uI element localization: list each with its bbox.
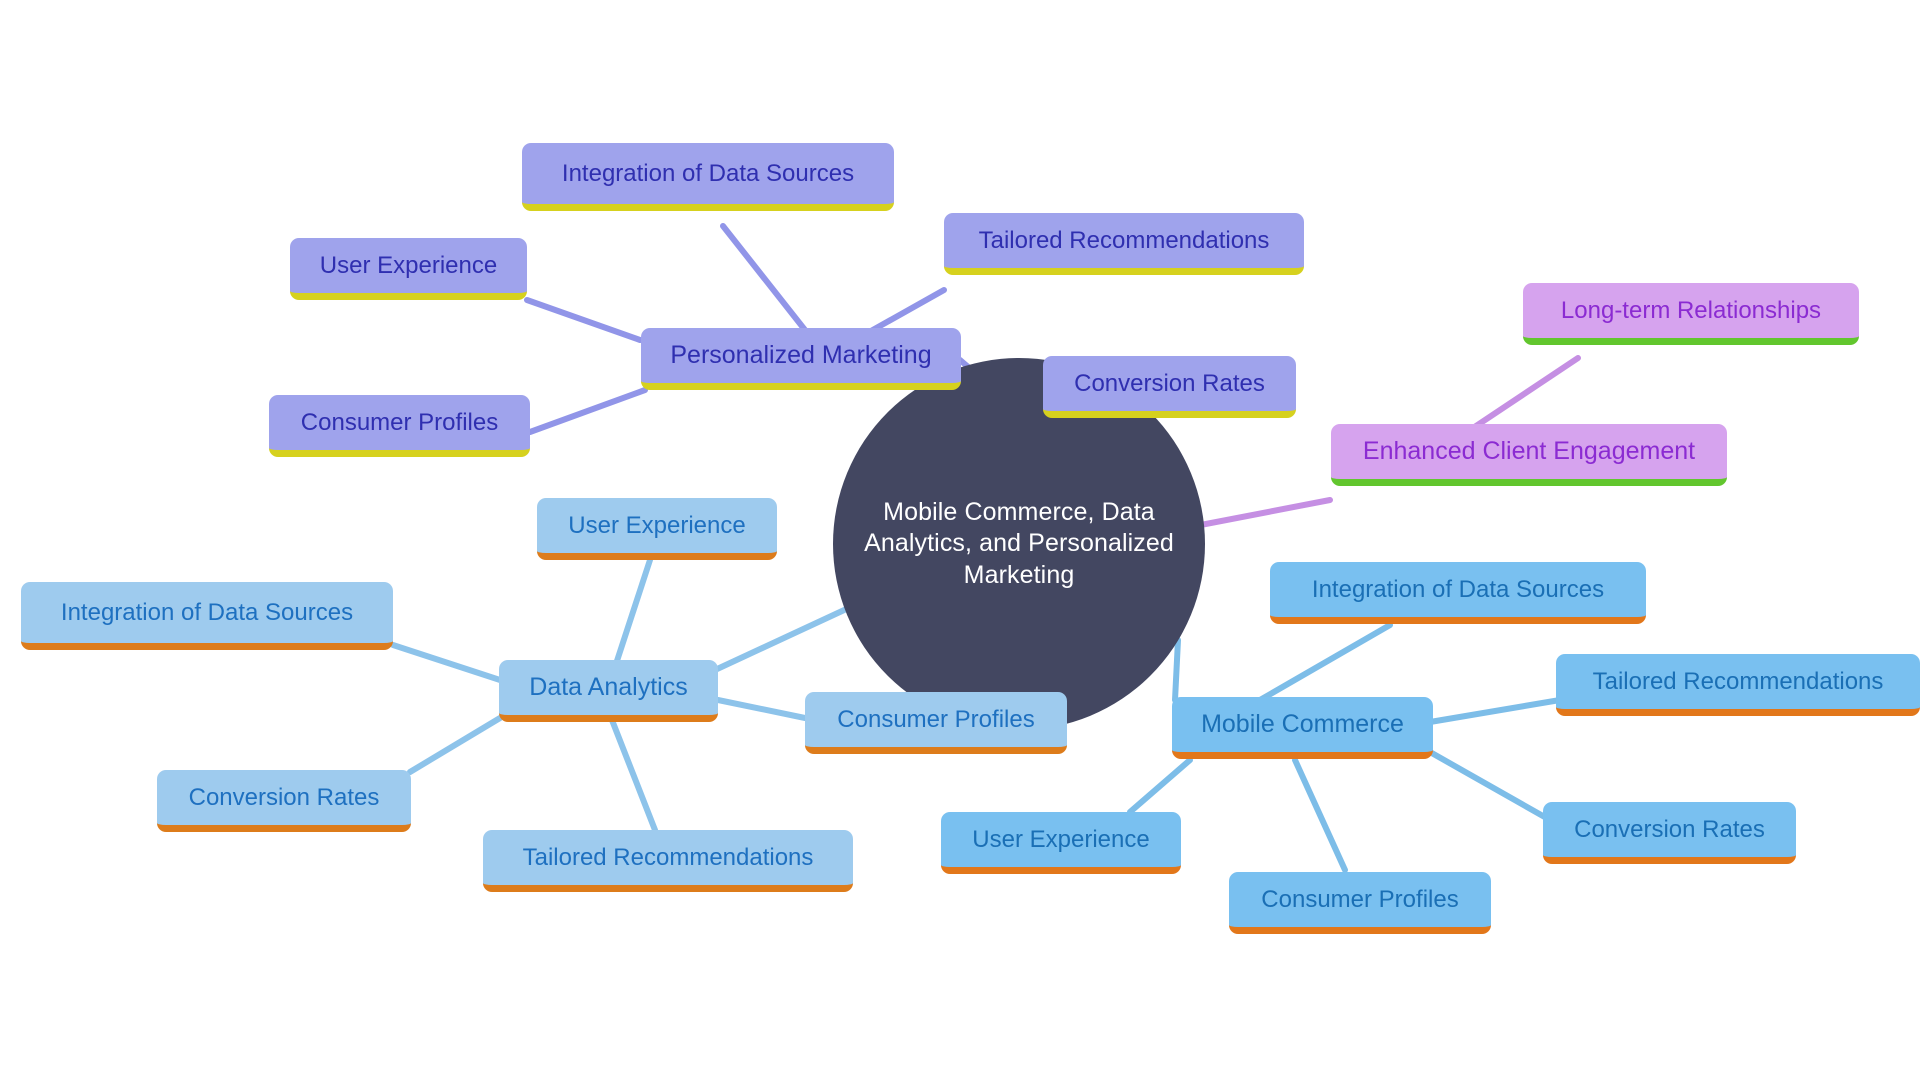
node-label: User Experience bbox=[319, 251, 498, 279]
node-da-user-experience[interactable]: User Experience bbox=[537, 498, 777, 560]
edge-pm-user-experience bbox=[524, 297, 643, 343]
mindmap-canvas: Mobile Commerce, Data Analytics, and Per… bbox=[0, 0, 1920, 1080]
node-pm-integration-of-data-sources[interactable]: Integration of Data Sources bbox=[522, 143, 894, 211]
node-label: User Experience bbox=[568, 511, 746, 539]
node-label: Conversion Rates bbox=[1074, 369, 1265, 397]
node-da-tailored-recommendations[interactable]: Tailored Recommendations bbox=[483, 830, 853, 892]
edge-pm-consumer-profiles bbox=[527, 387, 648, 435]
node-pm-conversion-rates[interactable]: Conversion Rates bbox=[1043, 356, 1296, 418]
edge-da-integration bbox=[390, 642, 503, 683]
edge-da-tailored bbox=[607, 712, 658, 833]
node-da-conversion-rates[interactable]: Conversion Rates bbox=[157, 770, 411, 832]
node-da-integration-of-data-sources[interactable]: Integration of Data Sources bbox=[21, 582, 393, 650]
node-data-analytics-hub[interactable]: Data Analytics bbox=[499, 660, 718, 722]
edge-mc-consumer-profiles bbox=[1292, 757, 1348, 873]
node-label: Consumer Profiles bbox=[837, 705, 1035, 733]
node-label: Integration of Data Sources bbox=[60, 598, 354, 626]
edge-mc-user-experience bbox=[1127, 757, 1193, 815]
edge-ece-hub-to-central bbox=[1182, 497, 1333, 531]
node-enhanced-client-engagement-hub[interactable]: Enhanced Client Engagement bbox=[1331, 424, 1727, 486]
node-mc-tailored-recommendations[interactable]: Tailored Recommendations bbox=[1556, 654, 1920, 716]
node-label: Personalized Marketing bbox=[670, 341, 932, 370]
node-mobile-commerce-hub[interactable]: Mobile Commerce bbox=[1172, 697, 1433, 759]
node-label: Consumer Profiles bbox=[300, 408, 499, 436]
node-label: Enhanced Client Engagement bbox=[1362, 437, 1696, 466]
node-label: User Experience bbox=[972, 825, 1150, 853]
edge-da-user-experience bbox=[611, 557, 653, 673]
node-personalized-marketing-hub[interactable]: Personalized Marketing bbox=[641, 328, 961, 390]
node-mc-user-experience[interactable]: User Experience bbox=[941, 812, 1181, 874]
node-label: Long-term Relationships bbox=[1560, 296, 1822, 324]
node-pm-user-experience[interactable]: User Experience bbox=[290, 238, 527, 300]
node-label: Integration of Data Sources bbox=[561, 159, 855, 187]
node-label: Tailored Recommendations bbox=[978, 226, 1270, 254]
node-pm-tailored-recommendations[interactable]: Tailored Recommendations bbox=[944, 213, 1304, 275]
node-label: Tailored Recommendations bbox=[522, 843, 814, 871]
node-label: Conversion Rates bbox=[188, 783, 380, 811]
node-mc-consumer-profiles[interactable]: Consumer Profiles bbox=[1229, 872, 1491, 934]
edge-mc-hub-to-central bbox=[1172, 637, 1181, 703]
central-node-label: Mobile Commerce, Data Analytics, and Per… bbox=[864, 498, 1174, 589]
edge-da-hub-to-central bbox=[712, 602, 858, 673]
node-pm-consumer-profiles[interactable]: Consumer Profiles bbox=[269, 395, 530, 457]
node-mc-integration-of-data-sources[interactable]: Integration of Data Sources bbox=[1270, 562, 1646, 624]
edge-pm-integration bbox=[720, 223, 808, 333]
node-label: Mobile Commerce bbox=[1201, 710, 1404, 739]
node-label: Data Analytics bbox=[529, 673, 688, 702]
edge-da-consumer-profiles bbox=[715, 697, 808, 721]
edge-mc-conversion bbox=[1427, 749, 1553, 823]
node-label: Integration of Data Sources bbox=[1311, 575, 1605, 603]
node-ece-long-term-relationships[interactable]: Long-term Relationships bbox=[1523, 283, 1859, 345]
edge-mc-integration bbox=[1257, 622, 1393, 703]
node-label: Tailored Recommendations bbox=[1592, 667, 1884, 695]
node-da-consumer-profiles[interactable]: Consumer Profiles bbox=[805, 692, 1067, 754]
node-label: Conversion Rates bbox=[1574, 815, 1765, 843]
edge-da-conversion bbox=[407, 715, 503, 775]
node-mc-conversion-rates[interactable]: Conversion Rates bbox=[1543, 802, 1796, 864]
edge-mc-tailored bbox=[1427, 697, 1563, 725]
node-label: Consumer Profiles bbox=[1261, 885, 1459, 913]
